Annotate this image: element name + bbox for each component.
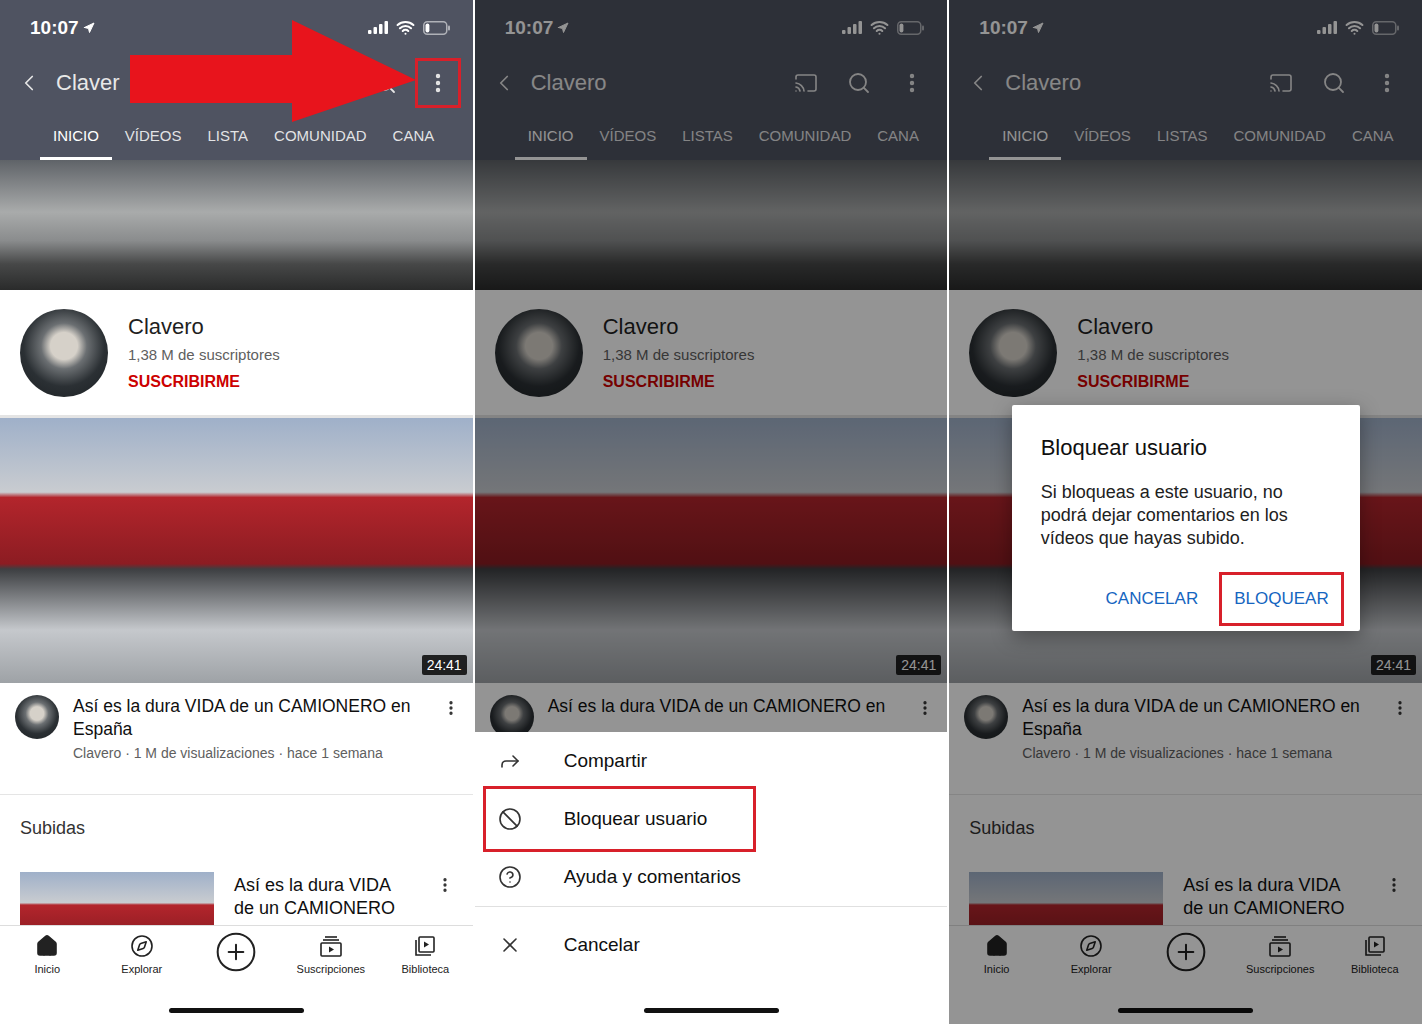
channel-content: Clavero 1,38 M de suscriptores SUSCRIBIRME… xyxy=(0,160,473,925)
dialog-button[interactable]: BLOQUEAR xyxy=(1219,572,1343,626)
dialog-title: Bloquear usuario xyxy=(1041,435,1344,461)
sheet-item-frame: Compartir xyxy=(483,728,696,794)
help-icon[interactable] xyxy=(498,865,522,889)
bottom-nav-label: Biblioteca xyxy=(402,963,450,975)
sheet-item-label: Compartir xyxy=(564,750,647,772)
bottom-nav-item[interactable]: Inicio xyxy=(0,926,95,975)
video-text: Así es la dura VIDA de un CAMIONERO en E… xyxy=(73,695,425,794)
sheet-item[interactable]: Bloquear usuario xyxy=(475,790,948,848)
channel-title: Claver xyxy=(56,70,295,96)
uploads-heading: Subidas xyxy=(0,817,473,840)
phone-screen: 10:07 Claver INICIOVÍDEOSLISTACOMUNIDADCAN… xyxy=(0,0,473,1024)
channel-tab[interactable]: INICIO xyxy=(40,110,112,160)
toolbar-actions xyxy=(309,58,461,108)
channel-info: Clavero 1,38 M de suscriptores SUSCRIBIRME xyxy=(0,290,473,418)
battery-icon xyxy=(423,21,451,35)
more-button[interactable] xyxy=(415,58,461,108)
sheet-divider xyxy=(475,906,948,907)
channel-tab[interactable]: COMUNIDAD xyxy=(261,110,380,160)
share-icon[interactable] xyxy=(498,749,522,773)
sheet-item-frame: Ayuda y comentarios xyxy=(483,844,790,910)
video-menu-button[interactable] xyxy=(439,695,463,721)
featured-video-thumbnail[interactable]: 24:41 xyxy=(0,418,473,683)
channel-tabs: INICIOVÍDEOSLISTACOMUNIDADCANA xyxy=(0,110,473,160)
wifi-icon xyxy=(396,18,415,37)
more-vertical-icon[interactable] xyxy=(442,699,460,717)
signal-icon xyxy=(368,21,388,34)
home-icon[interactable] xyxy=(35,934,59,958)
search-button[interactable] xyxy=(362,58,408,108)
bottom-nav-row: Inicio Explorar Suscripciones Biblioteca xyxy=(0,926,473,975)
back-arrow-icon[interactable] xyxy=(16,68,42,98)
video-duration: 24:41 xyxy=(422,655,467,675)
channel-tab[interactable]: CANA xyxy=(380,110,448,160)
sheet-item[interactable]: Compartir xyxy=(475,732,948,790)
status-icons xyxy=(368,18,451,37)
home-indicator xyxy=(644,1008,779,1013)
sheet-item-frame: Cancelar xyxy=(483,912,689,978)
bottom-nav-item[interactable]: Biblioteca xyxy=(378,926,473,975)
channel-name: Clavero xyxy=(128,314,280,340)
featured-video-row[interactable]: Así es la dura VIDA de un CAMIONERO en E… xyxy=(0,683,473,795)
subscriber-count: 1,38 M de suscriptores xyxy=(128,346,280,363)
close-icon[interactable] xyxy=(498,933,522,957)
subscribe-button[interactable]: SUSCRIBIRME xyxy=(128,373,280,391)
video-meta: Clavero · 1 M de visualizaciones · hace … xyxy=(73,745,425,761)
upload-menu-button[interactable] xyxy=(433,872,457,898)
bottom-nav-label: Inicio xyxy=(34,963,60,975)
bottom-nav-item[interactable]: Explorar xyxy=(95,926,190,975)
action-sheet: Compartir Bloquear usuario Ayuda y comenta… xyxy=(475,732,948,1024)
sheet-item-frame: Bloquear usuario xyxy=(483,786,757,852)
bottom-nav-item[interactable] xyxy=(189,926,284,974)
more-vertical-icon[interactable] xyxy=(426,71,450,95)
block-icon[interactable] xyxy=(498,807,522,831)
uploads-section: Subidas Así es la dura VIDA de un CAMIONE… xyxy=(0,795,473,925)
location-icon xyxy=(83,22,95,34)
block-dialog: Bloquear usuario Si bloqueas a este usuar… xyxy=(1012,405,1360,631)
sheet-item-label: Bloquear usuario xyxy=(564,808,708,830)
subscriptions-icon[interactable] xyxy=(319,934,343,958)
dialog-buttons: CANCELARBLOQUEAR xyxy=(1041,572,1344,626)
status-bar: 10:07 xyxy=(0,0,473,55)
status-time: 10:07 xyxy=(30,17,95,39)
dialog-body: Si bloqueas a este usuario, no podrá dej… xyxy=(1041,481,1344,550)
channel-header: 10:07 Claver INICIOVÍDEOSLISTACOMUNIDADCAN… xyxy=(0,0,473,160)
channel-banner xyxy=(0,160,473,290)
video-title[interactable]: Así es la dura VIDA de un CAMIONERO en E… xyxy=(73,695,425,741)
channel-avatar[interactable] xyxy=(20,309,108,397)
channel-details: Clavero 1,38 M de suscriptores SUSCRIBIRME xyxy=(128,314,280,391)
sheet-item-label: Cancelar xyxy=(564,934,640,956)
back-button[interactable] xyxy=(16,63,42,103)
library-icon[interactable] xyxy=(413,934,437,958)
bottom-nav: Inicio Explorar Suscripciones Biblioteca xyxy=(0,925,473,1024)
phone-screen: 10:07ClaveroINICIOVÍDEOSLISTASCOMUNIDADC… xyxy=(475,0,948,1024)
channel-tab[interactable]: LISTA xyxy=(195,110,262,160)
sheet-item[interactable]: Ayuda y comentarios xyxy=(475,848,948,906)
more-vertical-icon[interactable] xyxy=(436,876,454,894)
video-channel-avatar[interactable] xyxy=(15,695,59,739)
home-indicator xyxy=(169,1008,304,1013)
bottom-nav-item[interactable]: Suscripciones xyxy=(284,926,379,975)
create-plus-icon[interactable] xyxy=(214,930,258,974)
toolbar: Claver xyxy=(0,55,473,110)
channel-tab[interactable]: VÍDEOS xyxy=(112,110,195,160)
annotation-arrow-icon xyxy=(0,0,473,180)
cast-button[interactable] xyxy=(309,58,355,108)
upload-title[interactable]: Así es la dura VIDA de un CAMIONERO xyxy=(234,874,413,925)
bottom-nav-label: Suscripciones xyxy=(297,963,365,975)
sheet-item[interactable]: Cancelar xyxy=(475,916,948,974)
sheet-item-label: Ayuda y comentarios xyxy=(564,866,741,888)
phone-screen: 10:07ClaveroINICIOVÍDEOSLISTASCOMUNIDADC… xyxy=(949,0,1422,1024)
search-icon[interactable] xyxy=(373,71,397,95)
bottom-nav-label: Explorar xyxy=(121,963,162,975)
upload-row[interactable]: Así es la dura VIDA de un CAMIONERO xyxy=(0,872,473,925)
screenshot-strip: 10:07ClaverINICIOVÍDEOSLISTACOMUNIDADCAN… xyxy=(0,0,1422,1024)
upload-thumbnail[interactable] xyxy=(20,872,214,925)
cast-icon[interactable] xyxy=(320,71,344,95)
dialog-button[interactable]: CANCELAR xyxy=(1091,572,1214,626)
compass-icon[interactable] xyxy=(130,934,154,958)
